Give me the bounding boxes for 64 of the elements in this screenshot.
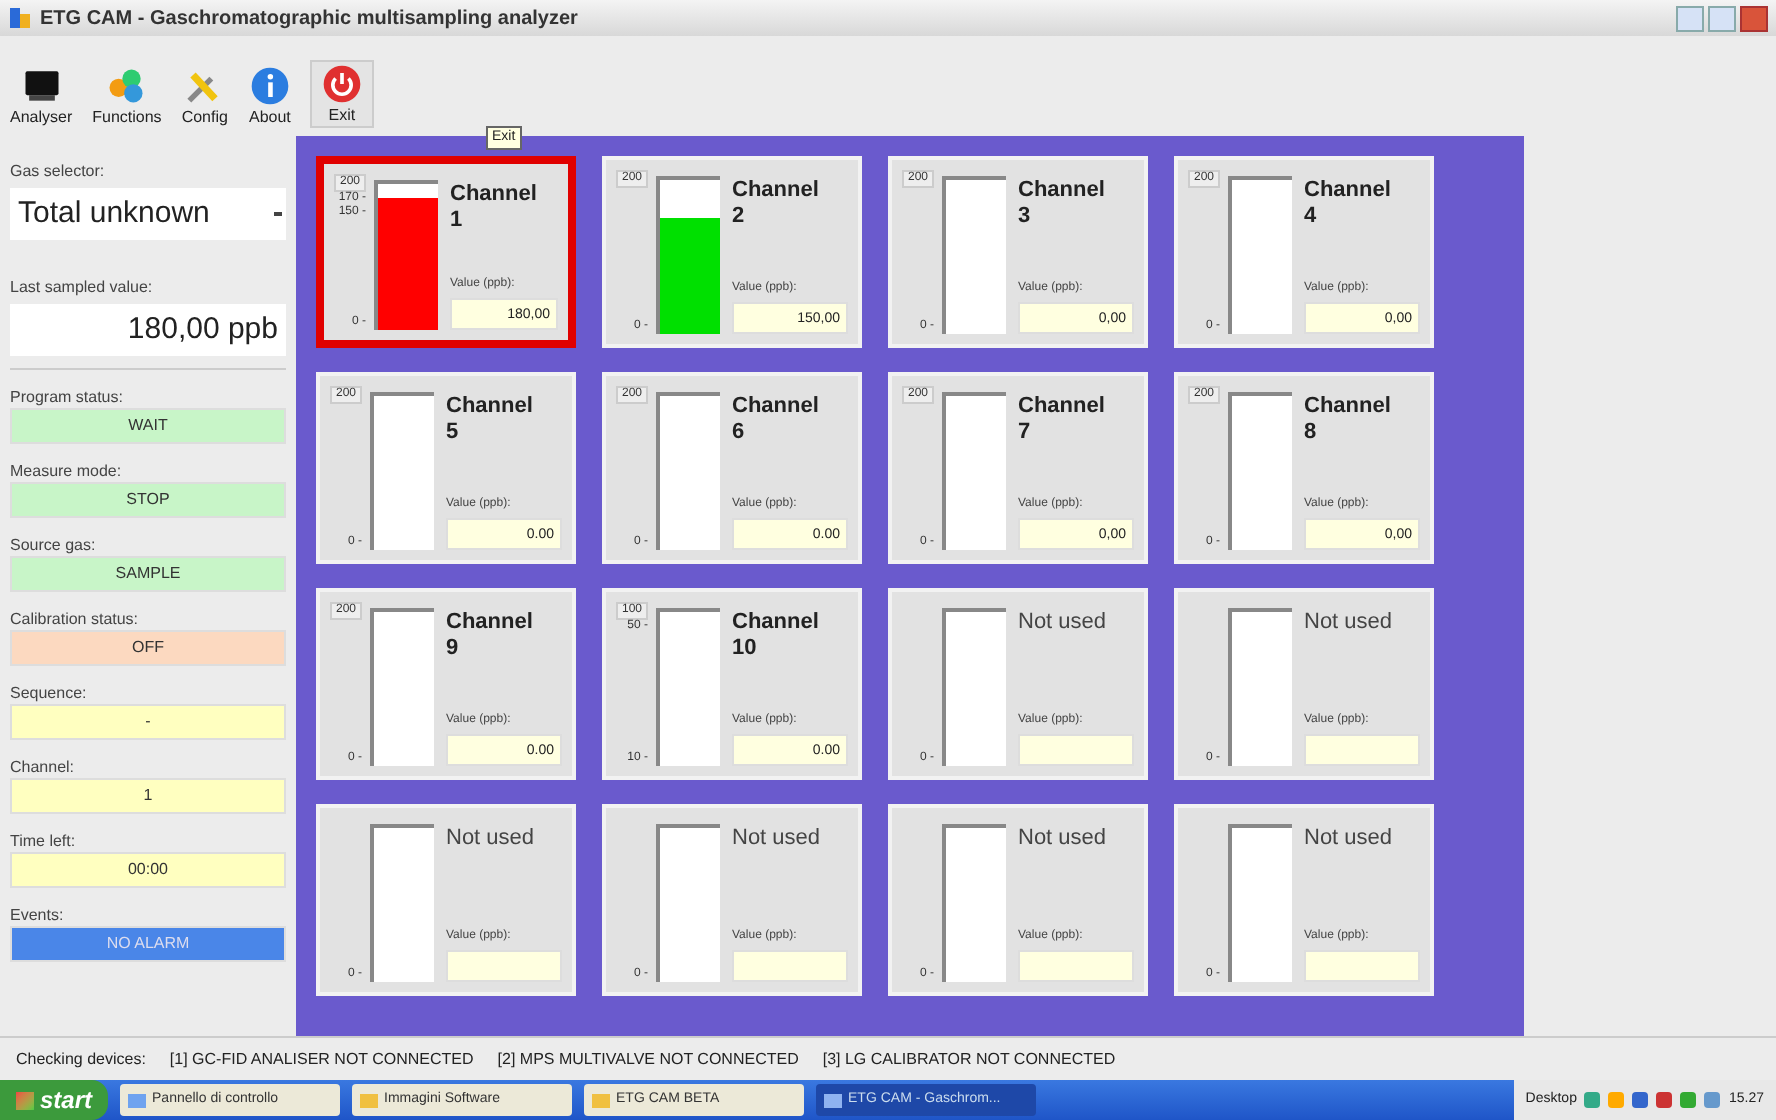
window-icon bbox=[824, 1093, 843, 1107]
status-text: [1] GC-FID ANALISER NOT CONNECTED bbox=[169, 1047, 474, 1071]
window-icon bbox=[128, 1093, 147, 1107]
gas-dropdown[interactable]: Total unknown bbox=[10, 188, 286, 240]
status-display: WAIT bbox=[10, 408, 286, 444]
status-display: SAMPLE bbox=[10, 556, 286, 592]
minimize-button[interactable] bbox=[1676, 5, 1704, 31]
channel-title: Not used bbox=[732, 826, 823, 852]
status-display: STOP bbox=[10, 482, 286, 518]
status-display: - bbox=[10, 704, 286, 740]
status-display: NO ALARM bbox=[10, 926, 286, 962]
start-button[interactable]: start bbox=[0, 1080, 109, 1120]
status-text: [2] MPS MULTIVALVE NOT CONNECTED bbox=[497, 1047, 799, 1071]
toolbar-button[interactable]: About bbox=[245, 64, 294, 128]
field-label: Program status: bbox=[10, 386, 125, 408]
field-label: Events: bbox=[10, 904, 66, 926]
value-field bbox=[1018, 734, 1134, 766]
field-label: Measure mode: bbox=[10, 460, 124, 482]
field-label: Time left: bbox=[10, 830, 78, 852]
status-display: 00:00 bbox=[10, 852, 286, 888]
windows-icon bbox=[16, 1091, 34, 1109]
value-display: 180,00 ppb bbox=[10, 304, 286, 356]
channel-title: Not used bbox=[1304, 610, 1395, 636]
field-label: Channel: bbox=[10, 756, 77, 778]
field-label: Gas selector: bbox=[10, 160, 107, 184]
field-label: Last sampled value: bbox=[10, 276, 155, 300]
channel-title: Not used bbox=[1018, 610, 1109, 636]
toolbar-button[interactable]: Functions bbox=[90, 64, 164, 128]
value-field bbox=[446, 950, 562, 982]
value-field bbox=[1018, 950, 1134, 982]
status-label: Checking devices: bbox=[16, 1047, 146, 1071]
channel-title: Channel 8 bbox=[1304, 394, 1393, 446]
channel-title: Channel 10 bbox=[732, 610, 821, 662]
channel-title: Not used bbox=[1304, 826, 1395, 852]
folder-icon bbox=[360, 1093, 379, 1107]
value-field bbox=[1304, 734, 1420, 766]
caret-icon bbox=[274, 212, 282, 216]
toolbar-button[interactable]: Analyser bbox=[8, 64, 75, 128]
channel-title: Channel 6 bbox=[732, 394, 821, 446]
folder-icon bbox=[592, 1093, 611, 1107]
channel-title: Channel 3 bbox=[1018, 178, 1107, 230]
field-label: Source gas: bbox=[10, 534, 98, 556]
toolbar-button[interactable]: Config bbox=[179, 64, 230, 128]
value-field bbox=[732, 950, 848, 982]
toolbar-button[interactable]: Exit bbox=[309, 60, 374, 128]
field-label: Sequence: bbox=[10, 682, 89, 704]
channel-title: Channel 2 bbox=[732, 178, 821, 230]
channel-title: Channel 5 bbox=[446, 394, 535, 446]
app-icon bbox=[8, 6, 32, 30]
channel-title: Not used bbox=[1018, 826, 1109, 852]
channel-title: Not used bbox=[446, 826, 537, 852]
status-display: OFF bbox=[10, 630, 286, 666]
channel-title: Channel 4 bbox=[1304, 178, 1393, 230]
power-icon bbox=[319, 62, 364, 106]
window-title: ETG CAM - Gaschromatographic multisampling analyzer bbox=[40, 5, 578, 33]
status-text: [3] LG CALIBRATOR NOT CONNECTED bbox=[822, 1047, 1116, 1071]
channel-title: Channel 9 bbox=[446, 610, 535, 662]
channel-title: Channel 1 bbox=[450, 182, 539, 234]
field-label: Calibration status: bbox=[10, 608, 141, 630]
status-display: 1 bbox=[10, 778, 286, 814]
close-button[interactable] bbox=[1740, 5, 1768, 31]
info-icon bbox=[247, 64, 292, 108]
value-field bbox=[1304, 950, 1420, 982]
channel-title: Channel 7 bbox=[1018, 394, 1107, 446]
